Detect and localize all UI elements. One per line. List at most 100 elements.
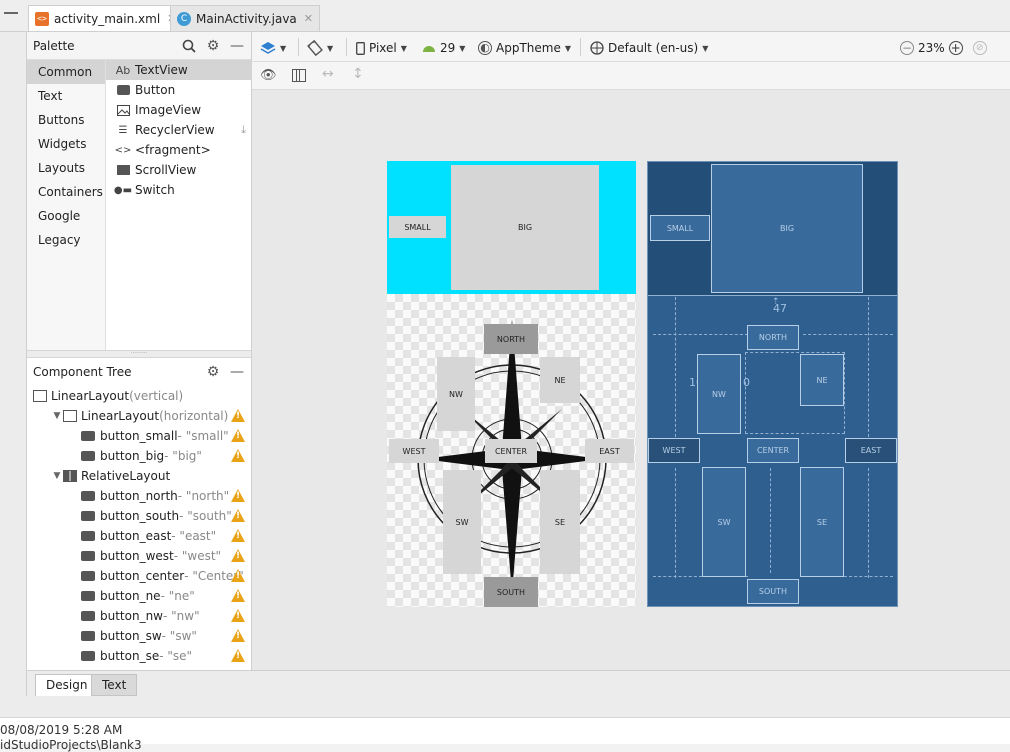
- tree-row[interactable]: button_se - "se": [27, 646, 251, 666]
- palette-category-legacy[interactable]: Legacy: [27, 228, 105, 252]
- palette-widget-fragment[interactable]: <> <fragment>: [106, 140, 252, 160]
- button-west[interactable]: WEST: [389, 439, 439, 463]
- minimize-icon[interactable]: —: [229, 364, 245, 380]
- palette-widget-scrollview[interactable]: ScrollView: [106, 160, 252, 180]
- palette-widget-textview[interactable]: Ab TextView: [106, 60, 252, 80]
- blueprint-preview[interactable]: SMALL BIG ⇡ 47 10 0 NORTH NW NE WEST CEN…: [647, 161, 898, 607]
- button-east[interactable]: EAST: [585, 439, 634, 463]
- eye-icon[interactable]: 👁: [260, 68, 277, 83]
- palette-widget-button[interactable]: Button: [106, 80, 252, 100]
- tree-row[interactable]: button_center - "Center": [27, 566, 251, 586]
- device-dropdown[interactable]: Pixel ▼: [356, 39, 407, 57]
- api-level-dropdown[interactable]: 29 ▼: [422, 39, 465, 57]
- gear-icon[interactable]: ⚙: [205, 364, 221, 380]
- tree-row[interactable]: button_north - "north": [27, 486, 251, 506]
- button-center[interactable]: CENTER: [485, 439, 537, 463]
- horizontal-linear-layout[interactable]: SMALL BIG: [387, 161, 636, 294]
- button-north[interactable]: NORTH: [484, 324, 538, 354]
- design-surface-dropdown[interactable]: ▼: [260, 39, 286, 57]
- palette-category-google[interactable]: Google: [27, 204, 105, 228]
- tree-row[interactable]: button_big - "big": [27, 446, 251, 466]
- expand-arrow-icon[interactable]: ▼: [51, 411, 63, 421]
- warning-icon[interactable]: [231, 549, 245, 562]
- blueprint-button-east[interactable]: EAST: [845, 438, 897, 463]
- minimize-icon[interactable]: —: [229, 38, 245, 54]
- tree-row[interactable]: ▼ RelativeLayout: [27, 466, 251, 486]
- palette-widget-switch[interactable]: ●▬ Switch: [106, 180, 252, 200]
- tree-row[interactable]: button_south - "south": [27, 506, 251, 526]
- tree-node-name: button_nw: [100, 609, 163, 623]
- zoom-out-icon[interactable]: −: [900, 41, 914, 55]
- search-icon[interactable]: [181, 38, 197, 54]
- warning-icon[interactable]: [231, 509, 245, 522]
- download-icon[interactable]: ⤓: [241, 123, 246, 137]
- warning-icon[interactable]: [231, 629, 245, 642]
- zoom-in-icon[interactable]: +: [948, 41, 963, 55]
- column-layout-icon[interactable]: [292, 69, 306, 82]
- palette-category-text[interactable]: Text: [27, 84, 105, 108]
- blueprint-button-se[interactable]: SE: [800, 467, 844, 577]
- warning-icon[interactable]: [231, 589, 245, 602]
- palette-widget-recyclerview[interactable]: ☰ RecyclerView ⤓: [106, 120, 252, 140]
- expand-arrow-icon[interactable]: ▼: [51, 471, 63, 481]
- palette-category-layouts[interactable]: Layouts: [27, 156, 105, 180]
- tree-row[interactable]: button_small - "small": [27, 426, 251, 446]
- palette-category-common[interactable]: Common: [27, 60, 105, 84]
- tree-row[interactable]: button_sw - "sw": [27, 626, 251, 646]
- tree-row[interactable]: ▼ LinearLayout (horizontal): [27, 406, 251, 426]
- orientation-dropdown[interactable]: ▼: [307, 39, 333, 57]
- blueprint-button-center[interactable]: CENTER: [747, 438, 799, 463]
- expand-vertical-icon[interactable]: ↕: [352, 66, 364, 82]
- blueprint-button-sw[interactable]: SW: [702, 467, 746, 577]
- warning-icon[interactable]: [231, 489, 245, 502]
- tab-text[interactable]: Text: [91, 674, 138, 696]
- theme-dropdown[interactable]: ◐ AppTheme ▼: [478, 39, 571, 57]
- tab-activity-main-xml[interactable]: <> activity_main.xml ✕: [28, 5, 184, 31]
- locale-dropdown[interactable]: Default (en-us) ▼: [590, 39, 708, 57]
- warning-icon[interactable]: [231, 569, 245, 582]
- button-small[interactable]: SMALL: [389, 216, 446, 238]
- blueprint-button-north[interactable]: NORTH: [747, 325, 799, 350]
- close-icon[interactable]: ✕: [304, 12, 313, 25]
- layout-node-icon: [63, 470, 77, 482]
- palette-widget-imageview[interactable]: ImageView: [106, 100, 252, 120]
- tab-design[interactable]: Design: [35, 674, 99, 696]
- zoom-reset-icon[interactable]: ⊘: [972, 41, 987, 55]
- button-sw[interactable]: SW: [443, 470, 481, 574]
- toolbar-separator: [346, 38, 347, 56]
- warning-icon[interactable]: [231, 609, 245, 622]
- blueprint-button-small[interactable]: SMALL: [650, 215, 710, 241]
- tree-row[interactable]: button_east - "east": [27, 526, 251, 546]
- warning-icon[interactable]: [231, 529, 245, 542]
- palette-splitter[interactable]: ·········: [27, 350, 252, 358]
- gear-icon[interactable]: ⚙: [205, 38, 221, 54]
- palette-category-containers[interactable]: Containers: [27, 180, 105, 204]
- tree-row[interactable]: button_west - "west": [27, 546, 251, 566]
- button-ne[interactable]: NE: [540, 357, 580, 403]
- button-south[interactable]: SOUTH: [484, 577, 538, 607]
- design-canvas[interactable]: SMALL BIG NORTH NW NE WEST CENTER EAST S…: [252, 90, 1010, 670]
- warning-icon[interactable]: [231, 409, 245, 422]
- blueprint-button-nw[interactable]: NW: [697, 354, 741, 434]
- tree-row[interactable]: button_ne - "ne": [27, 586, 251, 606]
- constraint-spring: [868, 297, 874, 437]
- blueprint-button-big[interactable]: BIG: [711, 164, 863, 293]
- minimize-icon[interactable]: [4, 12, 18, 14]
- tab-main-activity-java[interactable]: C MainActivity.java ✕: [170, 5, 320, 31]
- warning-icon[interactable]: [231, 649, 245, 662]
- expand-horizontal-icon[interactable]: ↔: [322, 66, 334, 82]
- warning-icon[interactable]: [231, 429, 245, 442]
- design-preview[interactable]: SMALL BIG NORTH NW NE WEST CENTER EAST S…: [387, 161, 636, 607]
- blueprint-button-west[interactable]: WEST: [648, 438, 700, 463]
- warning-icon[interactable]: [231, 449, 245, 462]
- tree-row[interactable]: LinearLayout (vertical): [27, 386, 251, 406]
- button-node-icon: [81, 631, 95, 641]
- palette-category-buttons[interactable]: Buttons: [27, 108, 105, 132]
- palette-category-widgets[interactable]: Widgets: [27, 132, 105, 156]
- tree-row[interactable]: button_nw - "nw": [27, 606, 251, 626]
- button-nw[interactable]: NW: [437, 357, 475, 431]
- button-se[interactable]: SE: [540, 470, 580, 574]
- button-big[interactable]: BIG: [451, 165, 599, 290]
- blueprint-button-south[interactable]: SOUTH: [747, 579, 799, 604]
- relative-layout[interactable]: NORTH NW NE WEST CENTER EAST SW SE SOUTH: [387, 294, 636, 607]
